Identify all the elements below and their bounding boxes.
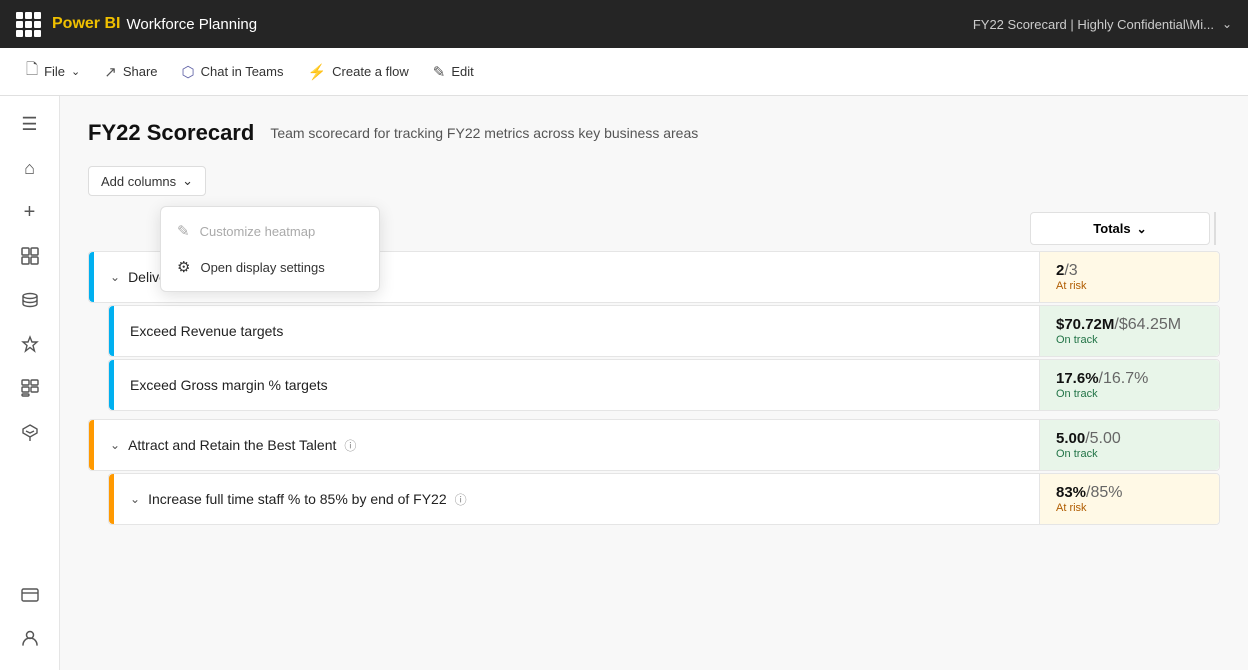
toolbar: 🗋 File ⌄ ↗ Share ⬡ Chat in Teams ⚡ Creat… (0, 48, 1248, 96)
sidebar-item-profile[interactable] (10, 618, 50, 658)
totals-header[interactable]: Totals ⌄ (1030, 212, 1210, 245)
value-status: On track (1056, 388, 1203, 400)
dropdown-heatmap-label: Customize heatmap (200, 224, 316, 239)
row-gross-margin: Exceed Gross margin % targets 17.6%/16.7… (108, 359, 1220, 411)
apps-icon[interactable] (16, 12, 40, 36)
flow-icon: ⚡ (307, 63, 326, 81)
value-main: 17.6% (1056, 370, 1099, 387)
share-button[interactable]: ↗ Share (94, 57, 167, 87)
expand-icon[interactable]: ⌄ (110, 270, 120, 284)
row-value-staff: 83%/85% At risk (1039, 474, 1219, 524)
pencil-icon: ✎ (177, 222, 190, 240)
sidebar-item-learn[interactable] (10, 412, 50, 452)
value-status: On track (1056, 334, 1203, 346)
group-text: Attract and Retain the Best Talent (128, 437, 336, 453)
row-text: Increase full time staff % to 85% by end… (148, 491, 447, 507)
value-sub: /16.7% (1099, 370, 1149, 387)
value-main: 5.00 (1056, 430, 1085, 447)
chat-label: Chat in Teams (201, 64, 284, 79)
share-icon: ↗ (104, 63, 117, 81)
page-header: FY22 Scorecard Team scorecard for tracki… (88, 120, 1220, 146)
info-icon[interactable]: ⓘ (455, 491, 467, 508)
value-sub: /3 (1064, 262, 1077, 279)
value-sub: /85% (1086, 484, 1122, 501)
row-revenue: Exceed Revenue targets $70.72M/$64.25M O… (108, 305, 1220, 357)
row-label-gross-margin: Exceed Gross margin % targets (114, 360, 1039, 410)
page-title: FY22 Scorecard (88, 120, 254, 146)
expand-icon[interactable]: ⌄ (110, 438, 120, 452)
totals-chevron: ⌄ (1137, 222, 1147, 236)
row-value-revenue: $70.72M/$64.25M On track (1039, 306, 1219, 356)
row-fulltime-staff: ⌄ Increase full time staff % to 85% by e… (108, 473, 1220, 525)
flow-label: Create a flow (332, 64, 409, 79)
create-flow-button[interactable]: ⚡ Create a flow (297, 57, 418, 87)
info-icon[interactable]: ⓘ (344, 437, 356, 454)
expand-icon[interactable]: ⌄ (130, 492, 140, 506)
sidebar: ☰ ⌂ + (0, 96, 60, 670)
app-name: Workforce Planning (126, 16, 257, 33)
share-label: Share (123, 64, 158, 79)
sidebar-item-apps[interactable] (10, 368, 50, 408)
group-value-talent: 5.00/5.00 On track (1039, 420, 1219, 470)
dropdown-item-display-settings[interactable]: ⚙ Open display settings (161, 249, 379, 285)
sidebar-item-menu[interactable]: ☰ (10, 104, 50, 144)
value-status: At risk (1056, 502, 1203, 514)
title-chevron[interactable]: ⌄ (1222, 17, 1232, 31)
edit-button[interactable]: ✎ Edit (423, 57, 484, 87)
teams-icon: ⬡ (182, 63, 195, 81)
add-columns-label: Add columns (101, 174, 176, 189)
add-columns-button[interactable]: Add columns ⌄ (88, 166, 206, 196)
file-label: File (44, 64, 65, 79)
group-value-financial: 2/3 At risk (1039, 252, 1219, 302)
group-row-talent: ⌄ Attract and Retain the Best Talent ⓘ 5… (88, 419, 1220, 471)
sidebar-item-browse[interactable] (10, 236, 50, 276)
add-columns-dropdown: ✎ Customize heatmap ⚙ Open display setti… (160, 206, 380, 292)
value-main: 83% (1056, 484, 1086, 501)
dropdown-display-label: Open display settings (200, 260, 324, 275)
value-main: $70.72M (1056, 316, 1114, 333)
main-layout: ☰ ⌂ + FY22 Scorecard Team scorecard (0, 96, 1248, 670)
sidebar-item-data[interactable] (10, 280, 50, 320)
row-value-gross-margin: 17.6%/16.7% On track (1039, 360, 1219, 410)
row-label-staff: ⌄ Increase full time staff % to 85% by e… (114, 474, 1039, 524)
file-chevron: ⌄ (71, 65, 80, 78)
sidebar-item-goals[interactable] (10, 324, 50, 364)
sidebar-item-create[interactable]: + (10, 192, 50, 232)
scorecard-rows: ⌄ Deliver financial performance ⓘ 2/3 At… (88, 251, 1220, 525)
powerbi-logo: Power BI (52, 15, 120, 33)
sidebar-item-workspaces[interactable] (10, 574, 50, 614)
row-label-revenue: Exceed Revenue targets (114, 306, 1039, 356)
add-columns-chevron: ⌄ (182, 173, 193, 189)
value-sub: /5.00 (1085, 430, 1121, 447)
value-status: On track (1056, 448, 1203, 460)
group-label-talent: ⌄ Attract and Retain the Best Talent ⓘ (94, 420, 1039, 470)
gear-icon: ⚙ (177, 258, 190, 276)
dropdown-item-heatmap[interactable]: ✎ Customize heatmap (161, 213, 379, 249)
value-status: At risk (1056, 280, 1203, 292)
row-text: Exceed Revenue targets (130, 323, 283, 339)
edit-icon: ✎ (433, 63, 446, 81)
row-text: Exceed Gross margin % targets (130, 377, 328, 393)
report-title: FY22 Scorecard | Highly Confidential\Mi.… (973, 17, 1214, 32)
file-icon: 🗋 (26, 59, 38, 84)
page-subtitle: Team scorecard for tracking FY22 metrics… (270, 125, 698, 141)
file-button[interactable]: 🗋 File ⌄ (16, 53, 90, 90)
value-sub: /$64.25M (1114, 316, 1181, 333)
content-area: FY22 Scorecard Team scorecard for tracki… (60, 96, 1248, 670)
edit-label: Edit (451, 64, 473, 79)
chat-teams-button[interactable]: ⬡ Chat in Teams (172, 57, 294, 87)
sidebar-item-home[interactable]: ⌂ (10, 148, 50, 188)
totals-label: Totals (1093, 221, 1130, 236)
top-bar: Power BI Workforce Planning FY22 Scoreca… (0, 0, 1248, 48)
